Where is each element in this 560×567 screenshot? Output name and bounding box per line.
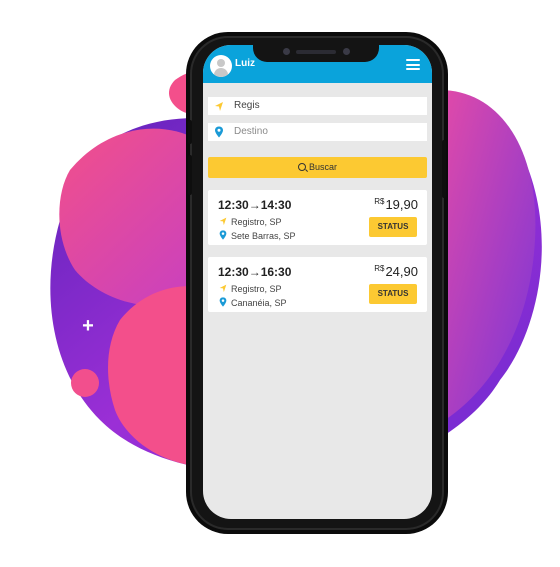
destination-placeholder: Destino (234, 126, 268, 137)
navigation-arrow-icon (219, 284, 227, 293)
phone-side-button (442, 140, 446, 198)
map-pin-icon (215, 126, 223, 138)
phone-volume-down (188, 155, 192, 195)
time-arrow: → (248, 198, 261, 212)
trip-price: R$24,90 (374, 264, 418, 279)
user-avatar-icon[interactable] (210, 55, 232, 77)
camera-dot (283, 48, 290, 55)
earpiece-speaker (296, 50, 336, 54)
trip-destination-label: Cananéia, SP (231, 298, 287, 308)
price-value: 24,90 (385, 264, 418, 279)
search-button[interactable]: Buscar (208, 157, 427, 178)
trip-destination: Sete Barras, SP (218, 230, 296, 241)
price-value: 19,90 (385, 197, 418, 212)
app-screen: Luiz Regis Destino Buscar 12:30→14:30 Re… (203, 45, 432, 519)
decorative-dot (71, 369, 99, 397)
username-label: Luiz (235, 58, 255, 69)
camera-dot (343, 48, 350, 55)
status-button[interactable]: STATUS (369, 217, 417, 237)
navigation-arrow-icon (219, 217, 227, 226)
navigation-arrow-icon (215, 102, 223, 111)
origin-input[interactable]: Regis (208, 97, 427, 115)
phone-volume-up (188, 120, 192, 144)
trip-card[interactable]: 12:30→14:30 Registro, SP Sete Barras, SP… (208, 190, 427, 245)
hamburger-menu-icon[interactable] (406, 59, 420, 70)
decorative-plus-icon: + (82, 315, 94, 337)
origin-value: Regis (234, 100, 260, 111)
trip-origin-label: Registro, SP (231, 284, 282, 294)
currency-symbol: R$ (374, 264, 385, 273)
trip-origin: Registro, SP (218, 283, 282, 294)
trip-price: R$19,90 (374, 197, 418, 212)
map-pin-icon (219, 230, 227, 240)
arrival-time: 14:30 (260, 198, 292, 212)
currency-symbol: R$ (374, 197, 385, 206)
search-icon (297, 163, 306, 171)
destination-input[interactable]: Destino (208, 123, 427, 141)
trip-origin: Registro, SP (218, 216, 282, 227)
status-button[interactable]: STATUS (369, 284, 417, 304)
departure-time: 12:30 (218, 265, 249, 279)
search-button-label: Buscar (308, 162, 337, 172)
departure-time: 12:30 (218, 198, 249, 212)
trip-card[interactable]: 12:30→16:30 Registro, SP Cananéia, SP R$… (208, 257, 427, 312)
arrival-time: 16:30 (260, 265, 292, 279)
trip-times: 12:30→14:30 (218, 198, 291, 212)
trip-times: 12:30→16:30 (218, 265, 291, 279)
trip-destination: Cananéia, SP (218, 297, 287, 308)
trip-destination-label: Sete Barras, SP (231, 231, 296, 241)
map-pin-icon (219, 297, 227, 307)
trip-origin-label: Registro, SP (231, 217, 282, 227)
phone-notch (253, 42, 379, 62)
time-arrow: → (248, 265, 261, 279)
